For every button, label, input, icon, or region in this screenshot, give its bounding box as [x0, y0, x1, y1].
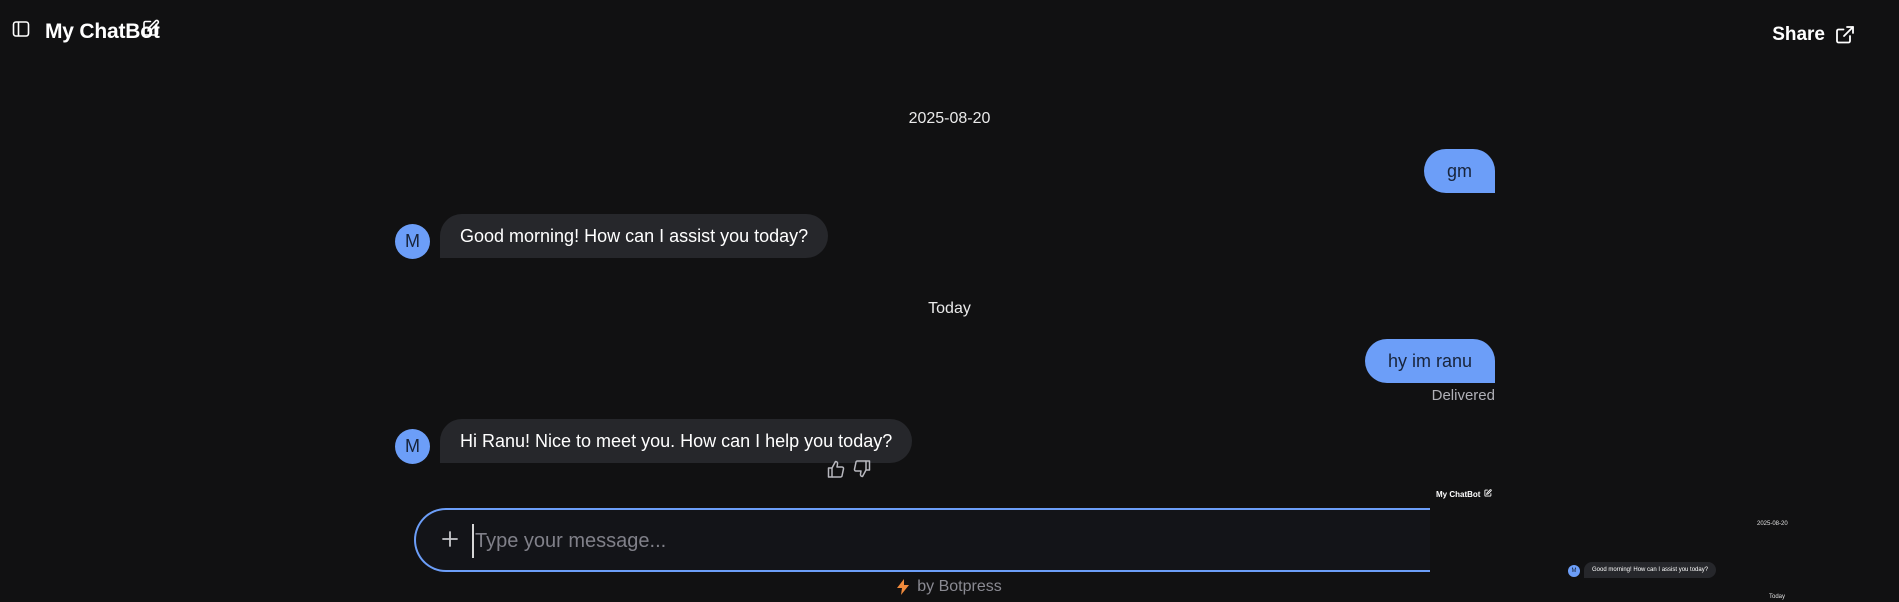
preview-edit-icon	[1484, 489, 1492, 497]
thumbs-down-button[interactable]	[852, 459, 872, 479]
sidebar-panel-icon	[12, 20, 30, 38]
bot-avatar: M	[395, 429, 430, 464]
message-feedback	[826, 459, 872, 479]
top-bar: My ChatBot Share	[0, 0, 1899, 70]
preview-avatar: M	[1568, 565, 1580, 577]
bolt-icon	[897, 579, 910, 595]
date-separator: Today	[928, 300, 971, 317]
date-separator: 2025-08-20	[908, 110, 991, 127]
sidebar-toggle-button[interactable]	[12, 20, 30, 38]
add-attachment-button[interactable]	[440, 529, 460, 549]
edit-icon	[142, 19, 160, 37]
bot-message: Hi Ranu! Nice to meet you. How can I hel…	[440, 419, 913, 463]
user-message: gm	[1423, 149, 1495, 193]
bot-message: Good morning! How can I assist you today…	[440, 214, 829, 258]
thumbs-up-button[interactable]	[826, 459, 846, 479]
edit-title-button[interactable]	[142, 19, 160, 37]
user-message: hy im ranu	[1364, 339, 1495, 383]
preview-bot-message: Good morning! How can I assist you today…	[1584, 562, 1717, 578]
thumbs-up-icon	[826, 459, 846, 479]
message-status: Delivered	[1431, 387, 1495, 404]
share-label: Share	[1772, 24, 1825, 45]
thumbs-down-icon	[852, 459, 872, 479]
share-button[interactable]: Share	[1772, 24, 1855, 46]
chat-preview-thumbnail: My ChatBot 2025-08-20 M Good morning! Ho…	[1430, 478, 1850, 602]
plus-icon	[440, 529, 460, 549]
bot-avatar: M	[395, 224, 430, 259]
preview-date: 2025-08-20	[1757, 521, 1788, 527]
external-link-icon	[1835, 25, 1855, 45]
powered-by-label[interactable]: by Botpress	[917, 578, 1001, 596]
message-input[interactable]	[472, 524, 1372, 558]
preview-today: Today	[1769, 594, 1786, 600]
message-composer	[414, 508, 1444, 572]
preview-title: My ChatBot	[1436, 490, 1481, 499]
